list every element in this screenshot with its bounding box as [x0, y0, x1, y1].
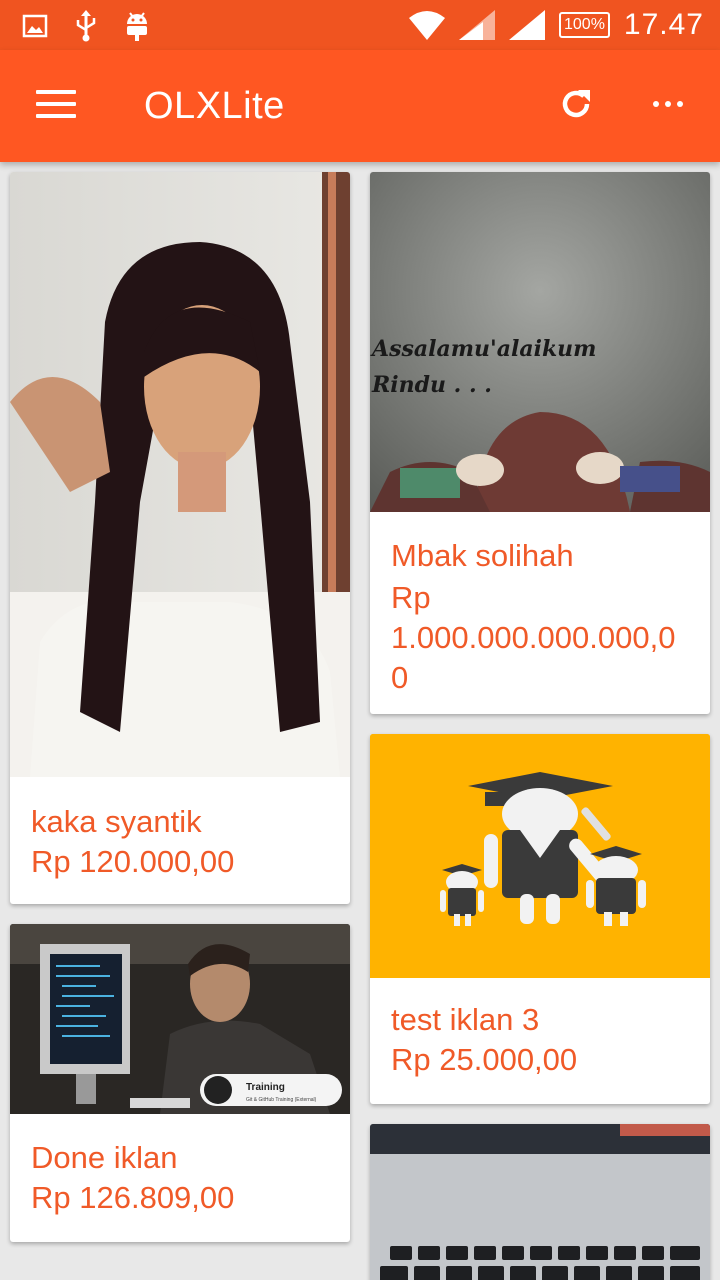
signal-icon	[509, 10, 545, 40]
listing-title: kaka syantik	[31, 804, 202, 839]
image-icon	[22, 14, 48, 38]
listing-title: Mbak solihah	[391, 538, 574, 573]
refresh-icon[interactable]	[556, 84, 596, 124]
listing-title: Done iklan	[31, 1140, 178, 1175]
image-caption: Git & GitHub Training (External)	[246, 1097, 317, 1103]
listing-title: test iklan 3	[391, 1002, 540, 1037]
menu-icon[interactable]	[36, 90, 76, 120]
listing-photo	[10, 172, 350, 777]
listing-photo: Training Git & GitHub Training (External…	[10, 924, 350, 1114]
listing-card[interactable]: test iklan 3 Rp 25.000,00	[370, 734, 710, 1104]
listing-price: Rp 1.000.000.000.000,0 0	[391, 580, 676, 695]
listing-photo: Assalamu'alaikum Rindu . . .	[370, 172, 710, 512]
listing-card[interactable]: Training Git & GitHub Training (External…	[10, 924, 350, 1242]
clock: 17.47	[623, 8, 704, 41]
listing-card[interactable]: Assalamu'alaikum Rindu . . . Mbak soliha…	[370, 172, 710, 714]
battery-icon: 100%	[559, 12, 610, 38]
app-title: OLXLite	[144, 85, 285, 127]
image-caption: Rindu . . .	[371, 372, 492, 398]
battery-level: 100%	[564, 16, 605, 33]
more-icon[interactable]	[648, 84, 688, 124]
listing-photo	[370, 734, 710, 978]
image-caption: Training	[246, 1082, 285, 1093]
status-bar: 100% 17.47	[0, 0, 720, 50]
listing-photo	[370, 1124, 710, 1280]
image-caption: Assalamu'alaikum	[370, 336, 596, 362]
listing-price: Rp 120.000,00	[31, 844, 235, 879]
wifi-icon	[409, 11, 445, 40]
signal-icon	[459, 10, 495, 40]
listing-card[interactable]: kaka syantik Rp 120.000,00	[10, 172, 350, 904]
app-bar: OLXLite	[0, 50, 720, 162]
android-icon	[127, 12, 147, 41]
listing-card[interactable]	[370, 1124, 710, 1280]
listing-price: Rp 25.000,00	[391, 1042, 578, 1077]
usb-icon	[76, 10, 96, 42]
listing-price: Rp 126.809,00	[31, 1180, 235, 1215]
